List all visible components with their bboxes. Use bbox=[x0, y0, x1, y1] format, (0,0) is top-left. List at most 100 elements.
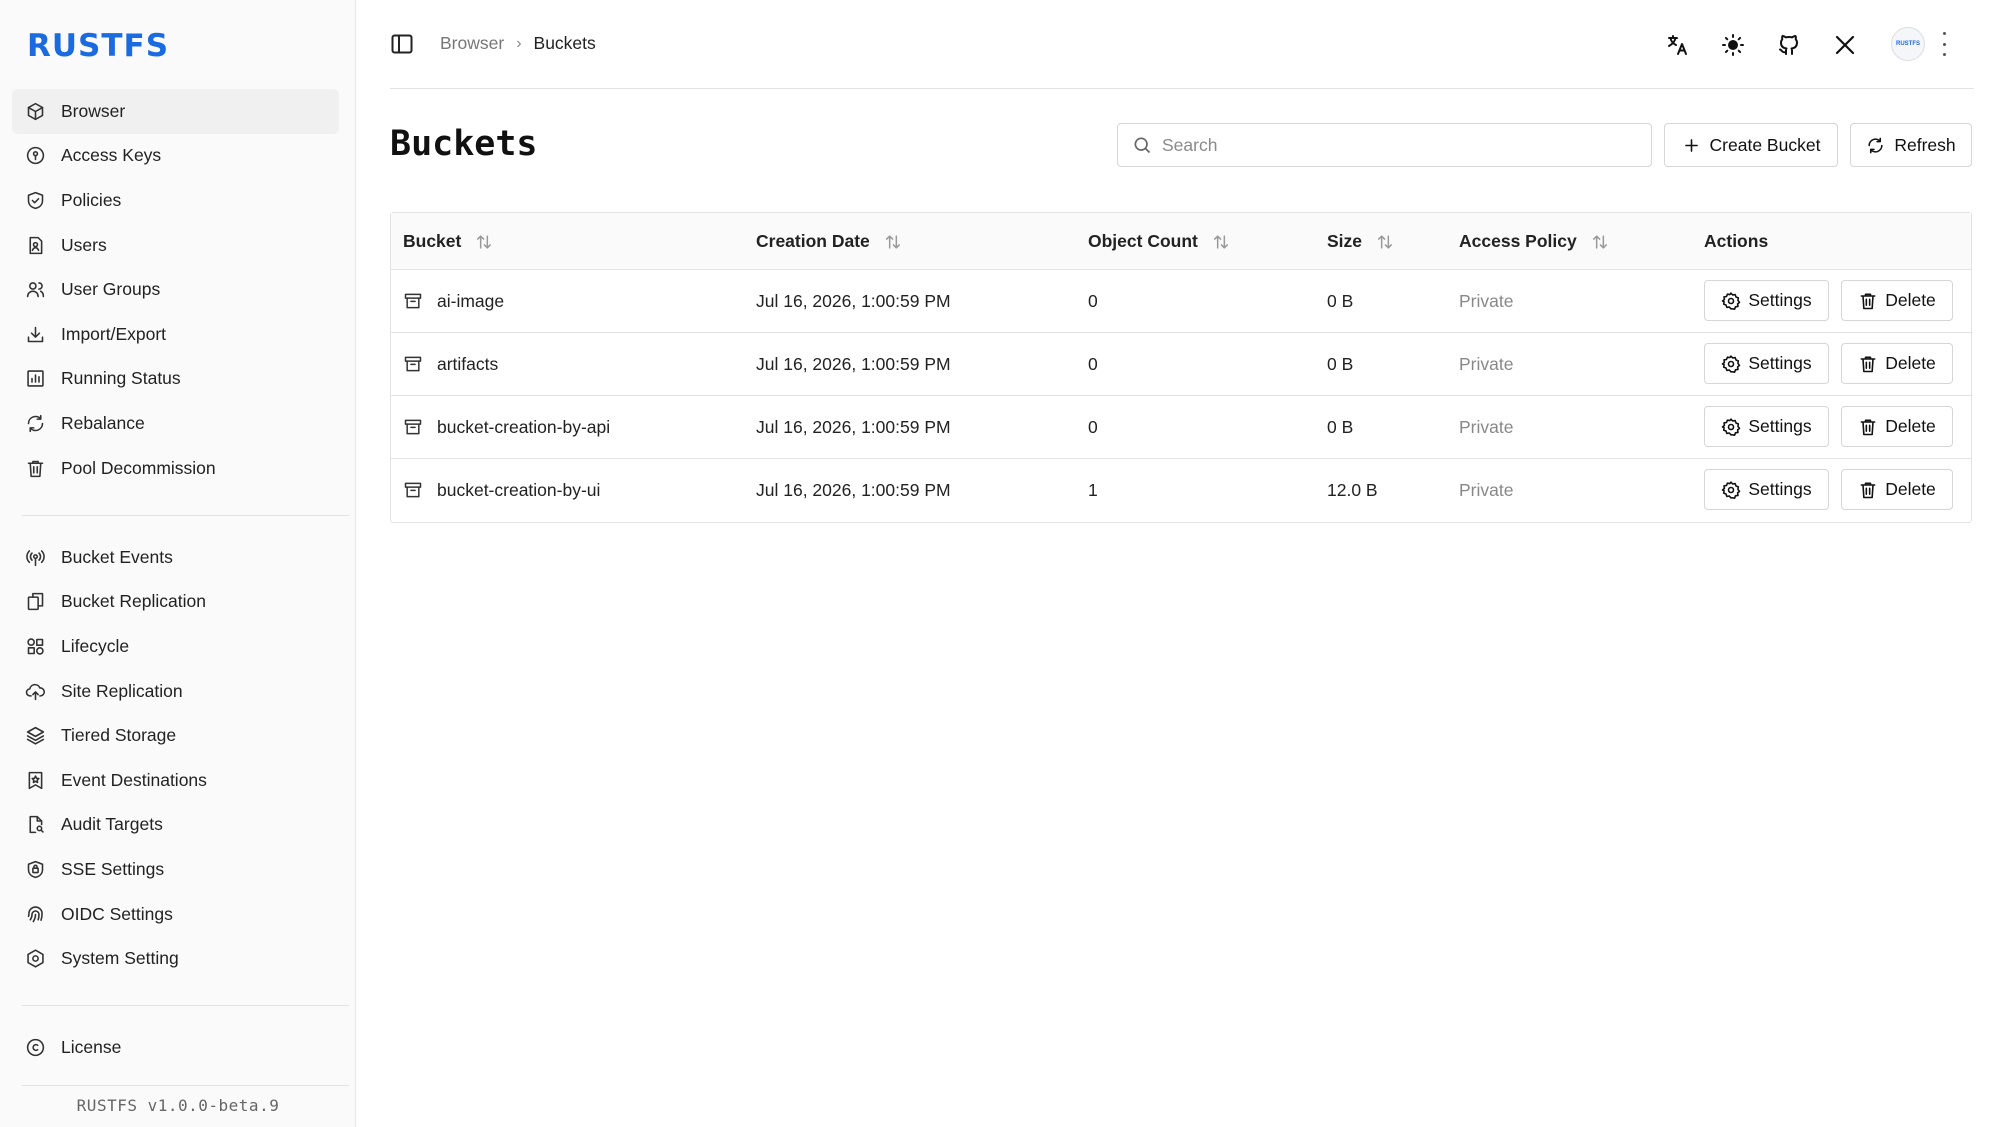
fingerprint-icon bbox=[24, 903, 46, 925]
sort-icon bbox=[1378, 234, 1393, 249]
sidebar-item-browser[interactable]: Browser bbox=[12, 89, 339, 134]
avatar[interactable]: RUSTFS bbox=[1891, 27, 1925, 61]
key-circle-icon bbox=[24, 145, 46, 167]
column-header-access-policy[interactable]: Access Policy bbox=[1459, 213, 1610, 270]
column-label: Bucket bbox=[403, 231, 462, 251]
lock-shield-icon bbox=[24, 858, 46, 880]
sidebar-item-site-replication[interactable]: Site Replication bbox=[12, 669, 339, 714]
bucket-name-cell[interactable]: bucket-creation-by-ui bbox=[403, 459, 600, 521]
size-cell: 12.0 B bbox=[1327, 479, 1378, 500]
table-header: Bucket Creation Date Object Count Size A… bbox=[391, 213, 1971, 270]
sidebar-item-label: Lifecycle bbox=[61, 635, 130, 656]
delete-button[interactable]: Delete bbox=[1841, 469, 1953, 510]
x-link[interactable] bbox=[1832, 30, 1858, 60]
sort-icon bbox=[1592, 234, 1607, 249]
delete-button[interactable]: Delete bbox=[1841, 280, 1953, 321]
breadcrumb-current: Buckets bbox=[533, 33, 596, 53]
settings-label: Settings bbox=[1748, 416, 1812, 436]
sidebar-item-label: Event Destinations bbox=[61, 769, 207, 790]
settings-button[interactable]: Settings bbox=[1704, 343, 1829, 384]
search-box[interactable] bbox=[1117, 123, 1652, 167]
translate-button[interactable] bbox=[1664, 30, 1690, 60]
creation-date-cell: Jul 16, 2026, 1:00:59 PM bbox=[756, 290, 951, 311]
settings-button[interactable]: Settings bbox=[1704, 406, 1829, 447]
sidebar-item-sse-settings[interactable]: SSE Settings bbox=[12, 847, 339, 892]
access-policy-cell: Private bbox=[1459, 290, 1514, 311]
sidebar-divider bbox=[22, 1005, 349, 1006]
refresh-button[interactable]: Refresh bbox=[1850, 123, 1972, 167]
sidebar-item-pool-decommission[interactable]: Pool Decommission bbox=[12, 446, 339, 491]
theme-toggle-button[interactable] bbox=[1720, 30, 1746, 60]
trash-icon bbox=[1860, 482, 1876, 498]
x-logo-icon bbox=[1832, 32, 1858, 58]
settings-button[interactable]: Settings bbox=[1704, 469, 1829, 510]
table-row: artifacts Jul 16, 2026, 1:00:59 PM 0 0 B… bbox=[391, 333, 1971, 396]
create-bucket-button[interactable]: Create Bucket bbox=[1664, 123, 1838, 167]
bucket-name-cell[interactable]: artifacts bbox=[403, 333, 498, 395]
table-row: bucket-creation-by-api Jul 16, 2026, 1:0… bbox=[391, 396, 1971, 459]
sidebar-item-label: Bucket Events bbox=[61, 546, 173, 567]
size-cell: 0 B bbox=[1327, 416, 1354, 437]
column-label: Size bbox=[1327, 231, 1363, 251]
sidebar-divider bbox=[22, 1085, 349, 1086]
copyright-icon bbox=[24, 1036, 46, 1058]
access-policy-cell: Private bbox=[1459, 479, 1514, 500]
gear-icon bbox=[1722, 291, 1741, 310]
settings-label: Settings bbox=[1748, 290, 1812, 310]
column-header-creation-date[interactable]: Creation Date bbox=[756, 213, 903, 270]
object-count-cell: 1 bbox=[1088, 479, 1098, 500]
sidebar-item-bucket-replication[interactable]: Bucket Replication bbox=[12, 580, 339, 625]
gear-icon bbox=[1722, 480, 1741, 499]
sidebar-item-import-export[interactable]: Import/Export bbox=[12, 312, 339, 357]
sidebar-item-running-status[interactable]: Running Status bbox=[12, 357, 339, 402]
box-icon bbox=[24, 100, 46, 122]
delete-label: Delete bbox=[1885, 479, 1936, 499]
delete-button[interactable]: Delete bbox=[1841, 343, 1953, 384]
rustfs-logo[interactable]: RUSTFS bbox=[27, 28, 169, 64]
github-icon bbox=[1776, 32, 1802, 58]
sidebar-item-rebalance[interactable]: Rebalance bbox=[12, 401, 339, 446]
bucket-name-cell[interactable]: bucket-creation-by-api bbox=[403, 396, 610, 458]
sidebar-item-label: Bucket Replication bbox=[61, 591, 206, 612]
trash-icon bbox=[1860, 356, 1876, 372]
breadcrumb-browser-link[interactable]: Browser bbox=[440, 33, 504, 54]
layers-icon bbox=[24, 725, 46, 747]
sidebar-item-bucket-events[interactable]: Bucket Events bbox=[12, 535, 339, 580]
sidebar-item-policies[interactable]: Policies bbox=[12, 178, 339, 223]
sidebar-item-event-destinations[interactable]: Event Destinations bbox=[12, 758, 339, 803]
settings-button[interactable]: Settings bbox=[1704, 280, 1829, 321]
column-header-bucket[interactable]: Bucket bbox=[403, 213, 494, 270]
table-row: ai-image Jul 16, 2026, 1:00:59 PM 0 0 B … bbox=[391, 270, 1971, 333]
sidebar-item-lifecycle[interactable]: Lifecycle bbox=[12, 624, 339, 669]
lifecycle-icon bbox=[24, 635, 46, 657]
sidebar-item-users[interactable]: Users bbox=[12, 223, 339, 268]
delete-label: Delete bbox=[1885, 353, 1936, 373]
sidebar-item-user-groups[interactable]: User Groups bbox=[12, 267, 339, 312]
shield-check-icon bbox=[24, 189, 46, 211]
nav-group-footer: License bbox=[12, 1025, 339, 1070]
sidebar-toggle-button[interactable] bbox=[391, 34, 413, 54]
archive-icon bbox=[404, 356, 422, 372]
sidebar-item-tiered-storage[interactable]: Tiered Storage bbox=[12, 713, 339, 758]
delete-button[interactable]: Delete bbox=[1841, 406, 1953, 447]
bucket-name-cell[interactable]: ai-image bbox=[403, 270, 504, 332]
creation-date-cell: Jul 16, 2026, 1:00:59 PM bbox=[756, 479, 951, 500]
users-icon bbox=[24, 279, 46, 301]
sidebar-item-audit-targets[interactable]: Audit Targets bbox=[12, 803, 339, 848]
column-header-size[interactable]: Size bbox=[1327, 213, 1395, 270]
sidebar-item-license[interactable]: License bbox=[12, 1025, 339, 1070]
object-count-cell: 0 bbox=[1088, 416, 1098, 437]
column-header-object-count[interactable]: Object Count bbox=[1088, 213, 1231, 270]
translate-icon bbox=[1664, 32, 1690, 58]
github-link[interactable] bbox=[1776, 30, 1802, 60]
nav-group-main: Browser Access Keys Policies Users User … bbox=[12, 89, 339, 490]
sidebar-item-oidc-settings[interactable]: OIDC Settings bbox=[12, 892, 339, 937]
more-menu-icon[interactable] bbox=[1940, 32, 1948, 56]
search-input[interactable] bbox=[1162, 134, 1642, 156]
sidebar-item-label: Rebalance bbox=[61, 412, 145, 433]
sidebar-toggle-icon bbox=[391, 34, 413, 54]
column-header-actions: Actions bbox=[1704, 213, 1768, 270]
sidebar-item-system-setting[interactable]: System Setting bbox=[12, 936, 339, 981]
object-count-cell: 0 bbox=[1088, 353, 1098, 374]
sidebar-item-access-keys[interactable]: Access Keys bbox=[12, 134, 339, 179]
